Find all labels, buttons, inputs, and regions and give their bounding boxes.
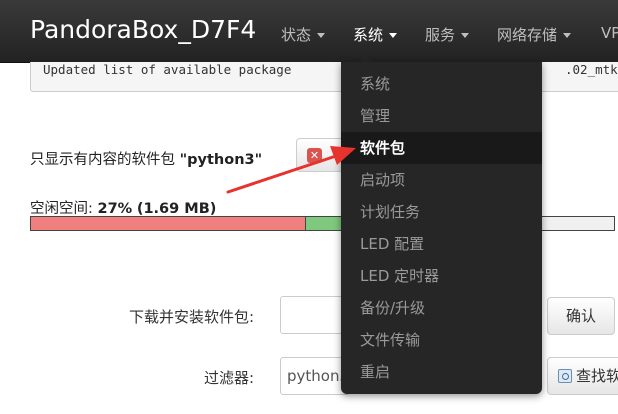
annotation-arrow-icon [226,146,356,194]
